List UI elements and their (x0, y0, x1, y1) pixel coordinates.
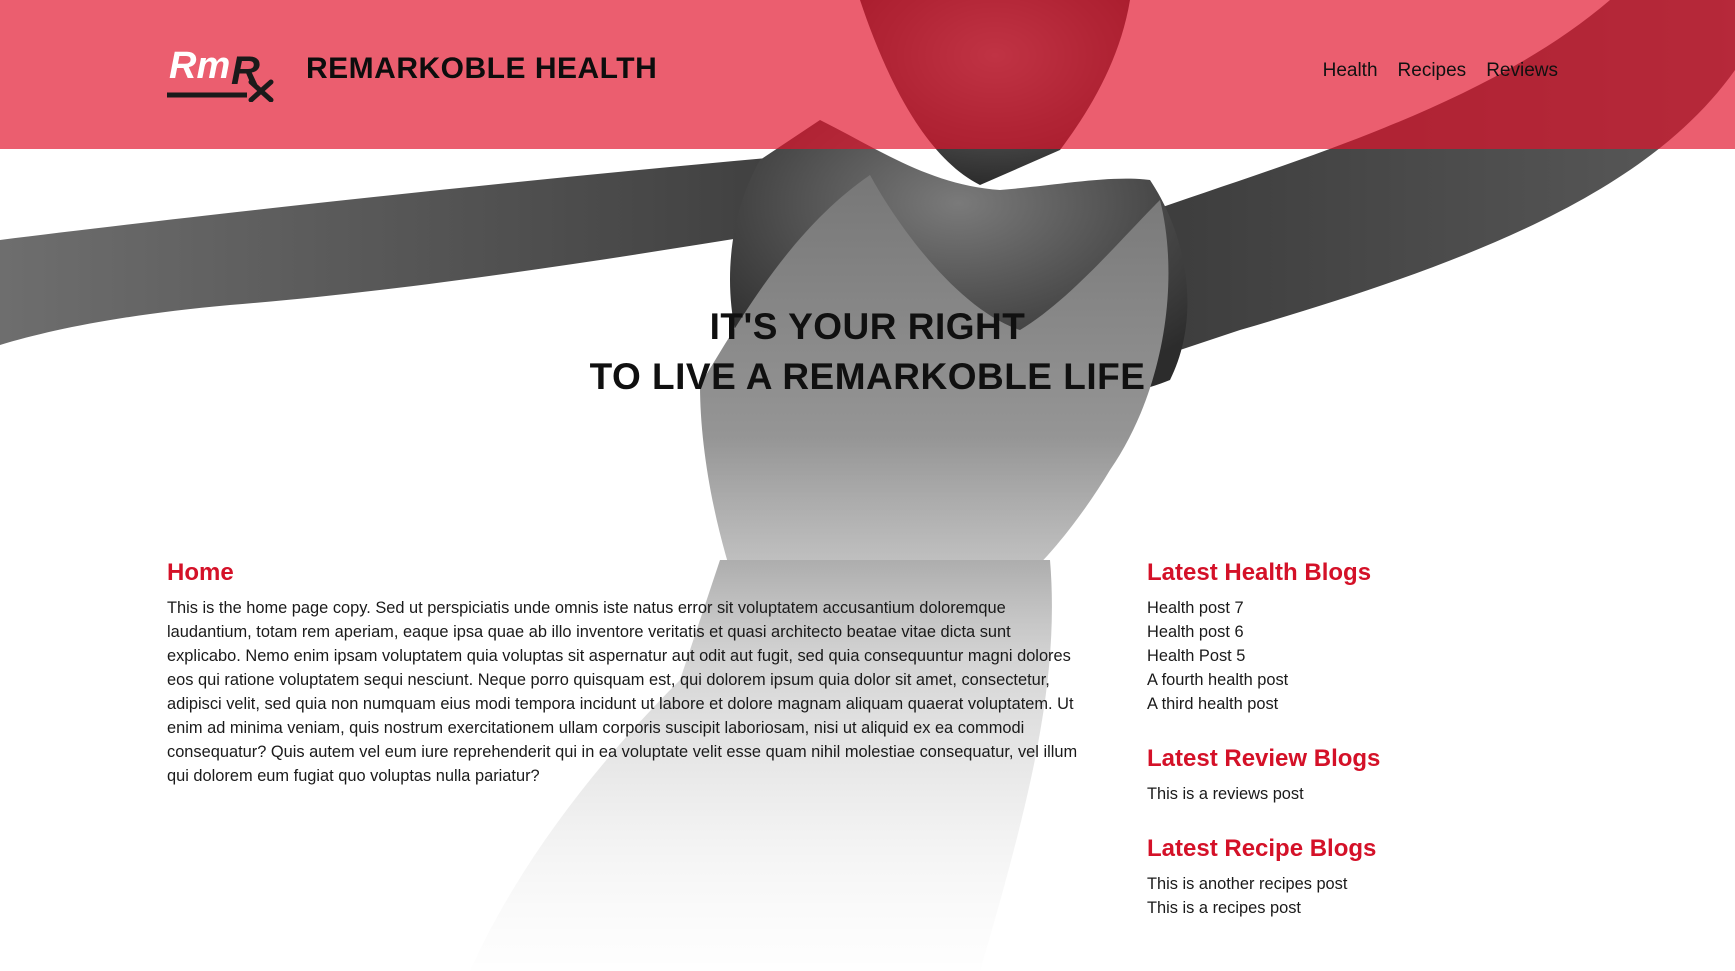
latest-recipe-blogs-heading: Latest Recipe Blogs (1147, 835, 1377, 862)
list-item: A fourth health post (1147, 668, 1567, 692)
health-post-list: Health post 7 Health post 6 Health Post … (1147, 596, 1567, 716)
hero-heading: IT'S YOUR RIGHT TO LIVE A REMARKOBLE LIF… (0, 302, 1735, 402)
list-item: This is a recipes post (1147, 896, 1567, 920)
nav-link-reviews[interactable]: Reviews (1486, 60, 1558, 82)
site-title[interactable]: REMARKOBLE HEALTH (306, 52, 657, 86)
list-item: This is another recipes post (1147, 872, 1567, 896)
list-item: Health Post 5 (1147, 644, 1567, 668)
main-nav: Health Recipes Reviews (1323, 60, 1558, 82)
latest-health-blogs-heading: Latest Health Blogs (1147, 559, 1372, 586)
latest-recipe-blogs: Latest Recipe Blogs This is another reci… (1147, 832, 1567, 920)
list-item: Health post 6 (1147, 620, 1567, 644)
recipe-post-link[interactable]: This is a recipes post (1147, 899, 1301, 917)
health-post-link[interactable]: Health post 7 (1147, 599, 1244, 617)
health-post-link[interactable]: A third health post (1147, 695, 1278, 713)
list-item: A third health post (1147, 692, 1567, 716)
svg-text:Rm: Rm (169, 45, 230, 87)
latest-review-blogs: Latest Review Blogs This is a reviews po… (1147, 742, 1567, 806)
list-item: Health post 7 (1147, 596, 1567, 620)
hero-heading-line-2: TO LIVE A REMARKOBLE LIFE (589, 356, 1146, 397)
recipe-post-list: This is another recipes post This is a r… (1147, 872, 1567, 920)
health-post-link[interactable]: Health post 6 (1147, 623, 1244, 641)
home-copy: This is the home page copy. Sed ut persp… (167, 599, 1078, 785)
site-header: Rm R REMARKOBLE HEALTH Health Recipes Re… (0, 0, 1735, 149)
recipe-post-link[interactable]: This is another recipes post (1147, 875, 1347, 893)
main-content: Home This is the home page copy. Sed ut … (167, 556, 1079, 788)
health-post-link[interactable]: Health Post 5 (1147, 647, 1245, 665)
nav-link-recipes[interactable]: Recipes (1398, 60, 1467, 82)
health-post-link[interactable]: A fourth health post (1147, 671, 1288, 689)
review-post-list: This is a reviews post (1147, 782, 1567, 806)
nav-link-health[interactable]: Health (1323, 60, 1378, 82)
sidebar: Latest Health Blogs Health post 7 Health… (1147, 556, 1567, 946)
page-title: Home (167, 559, 234, 586)
rmrx-logo[interactable]: Rm R (167, 44, 277, 103)
latest-review-blogs-heading: Latest Review Blogs (1147, 745, 1381, 772)
hero-heading-line-1: IT'S YOUR RIGHT (709, 306, 1026, 347)
review-post-link[interactable]: This is a reviews post (1147, 785, 1304, 803)
list-item: This is a reviews post (1147, 782, 1567, 806)
latest-health-blogs: Latest Health Blogs Health post 7 Health… (1147, 556, 1567, 716)
